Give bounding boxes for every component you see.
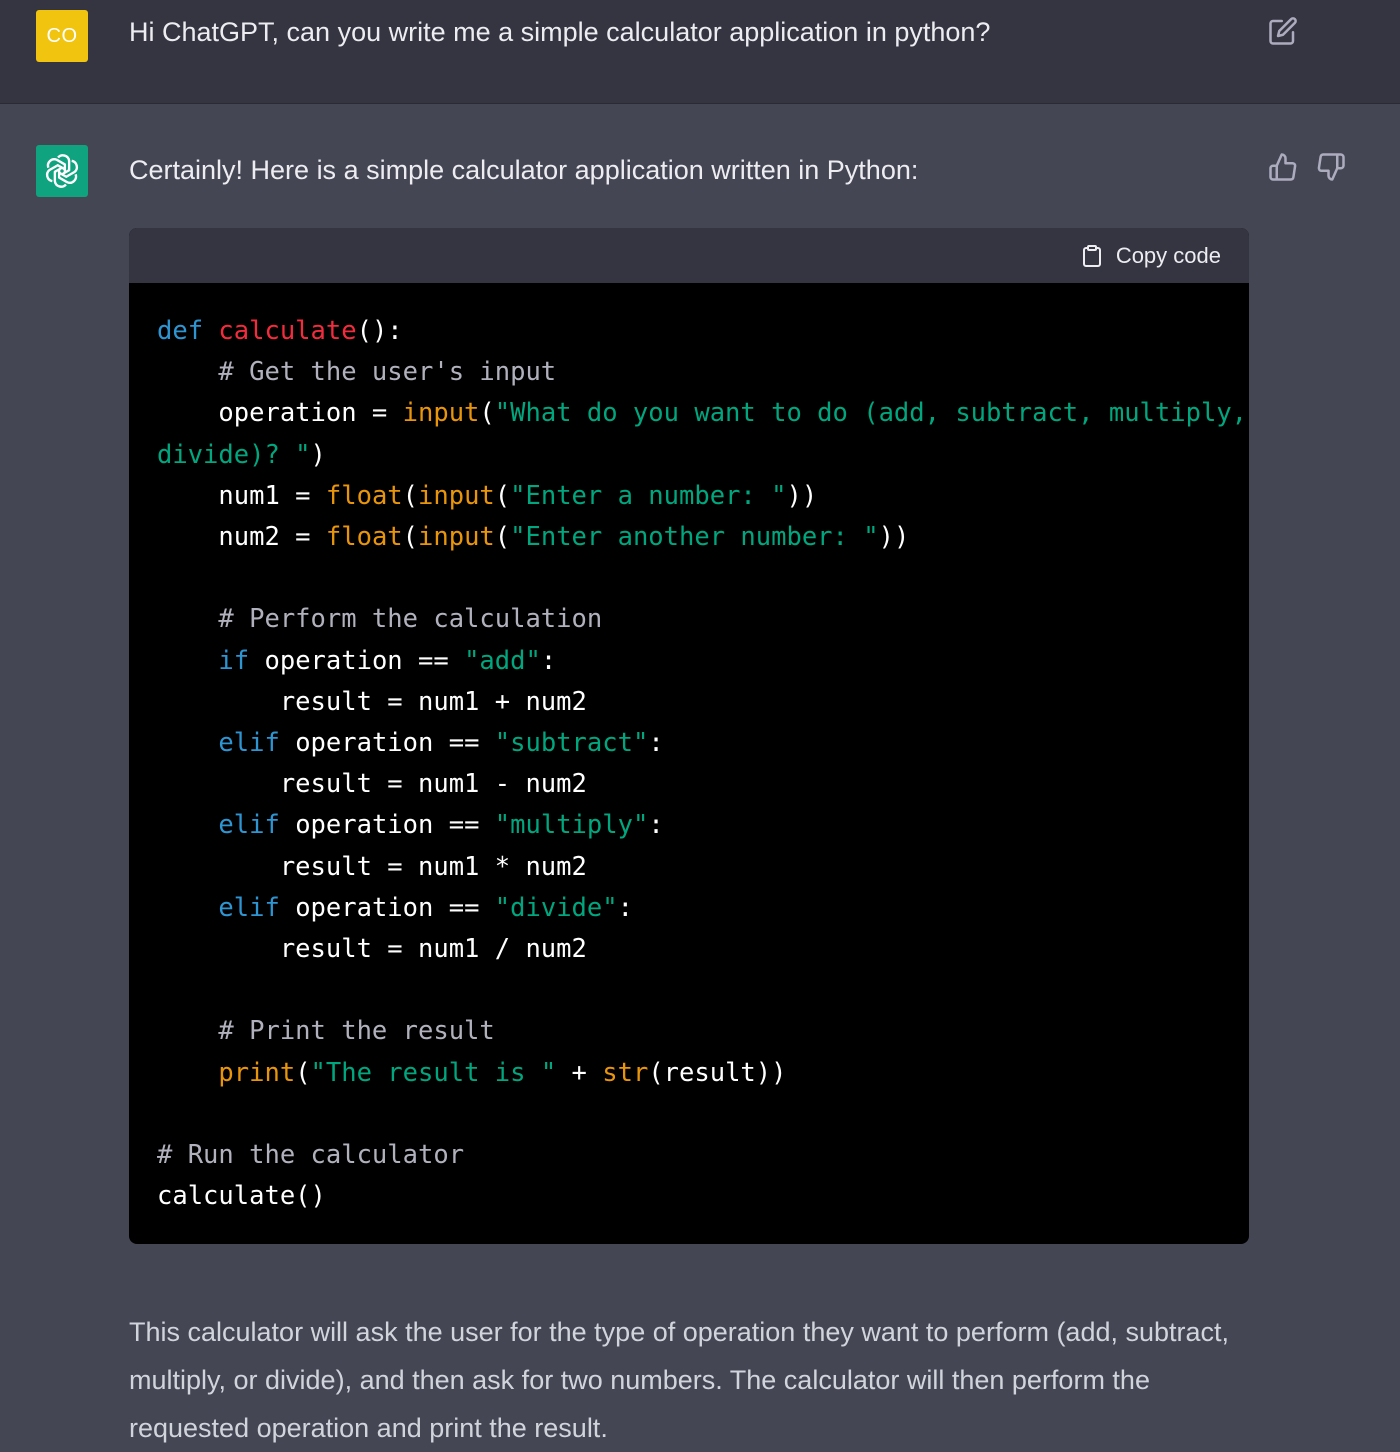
- code-token: operation ==: [279, 728, 495, 759]
- code-line: divide)? "): [157, 435, 1249, 476]
- code-token: ): [310, 439, 326, 470]
- code-token: operation ==: [279, 892, 495, 923]
- code-token: float: [325, 480, 403, 511]
- code-token: # Run the calculator: [157, 1140, 465, 1171]
- code-token: operation ==: [249, 645, 465, 676]
- code-line: elif operation == "divide":: [157, 888, 1249, 929]
- code-token: "The result is ": [310, 1057, 557, 1088]
- code-token: num1 =: [157, 480, 326, 511]
- code-token: (: [402, 522, 419, 553]
- code-token: "Enter a number: ": [510, 480, 787, 511]
- code-block-header: Copy code: [129, 228, 1249, 283]
- code-token: ():: [356, 316, 403, 346]
- code-token: (: [479, 398, 495, 429]
- code-line: num2 = float(input("Enter another number…: [157, 517, 1249, 558]
- code-line: result = num1 / num2: [157, 929, 1249, 970]
- code-token: result = num1 * num2: [157, 851, 587, 882]
- code-token: divide)? ": [157, 439, 311, 470]
- assistant-message-row: Certainly! Here is a simple calculator a…: [0, 104, 1400, 1450]
- code-token: float: [325, 522, 403, 553]
- code-token: "Enter another number: ": [510, 522, 879, 553]
- code-token: result = num1 / num2: [157, 934, 587, 965]
- thumbs-down-icon[interactable]: [1316, 152, 1346, 182]
- code-line: print("The result is " + str(result)): [157, 1053, 1249, 1094]
- code-line: # Perform the calculation: [157, 599, 1249, 640]
- code-token: input: [418, 480, 495, 511]
- code-token: calculate(): [157, 1181, 326, 1212]
- edit-icon[interactable]: [1268, 16, 1298, 46]
- code-line: # Print the result: [157, 1011, 1249, 1052]
- assistant-explanation-text: This calculator will ask the user for th…: [129, 1317, 1230, 1443]
- code-line: def calculate():: [157, 311, 1249, 352]
- code-token: "add": [464, 645, 541, 676]
- code-token: (result)): [648, 1057, 787, 1088]
- code-line: result = num1 - num2: [157, 764, 1249, 805]
- code-token: (: [494, 480, 511, 511]
- code-content: def calculate(): # Get the user's input …: [129, 283, 1249, 1217]
- code-token: elif: [218, 892, 280, 923]
- code-token: (: [402, 480, 419, 511]
- code-token: :: [648, 728, 664, 759]
- code-token: num2 =: [157, 522, 326, 553]
- code-token: :: [540, 645, 557, 676]
- code-token: )): [786, 480, 818, 511]
- code-line: # Get the user's input: [157, 352, 1249, 393]
- code-token: operation ==: [279, 810, 495, 841]
- code-token: print: [218, 1057, 296, 1088]
- code-line: num1 = float(input("Enter a number: ")): [157, 476, 1249, 517]
- copy-code-label: Copy code: [1115, 243, 1221, 268]
- code-token: input: [402, 398, 480, 429]
- code-token: # Print the result: [157, 1016, 495, 1047]
- clipboard-icon: [1082, 245, 1101, 267]
- code-token: calculate: [218, 316, 357, 346]
- code-token: "What do you want to do (add, subtract, …: [494, 398, 1248, 429]
- code-token: +: [556, 1057, 603, 1088]
- code-token: operation =: [157, 398, 403, 429]
- openai-logo-icon: [45, 154, 79, 188]
- user-message-row: CO Hi ChatGPT, can you write me a simple…: [0, 0, 1400, 104]
- code-token: (: [494, 522, 511, 553]
- code-line: elif operation == "multiply":: [157, 805, 1249, 846]
- copy-code-button[interactable]: Copy code: [1080, 240, 1221, 272]
- code-token: if: [218, 645, 250, 676]
- code-token: "subtract": [494, 728, 649, 759]
- code-token: )): [878, 522, 910, 553]
- code-block: Copy code def calculate(): # Get the use…: [129, 228, 1249, 1244]
- code-token: str: [602, 1057, 649, 1088]
- code-token: :: [617, 892, 633, 923]
- code-line: result = num1 + num2: [157, 682, 1249, 723]
- code-token: # Perform the calculation: [157, 604, 603, 635]
- code-token: # Get the user's input: [157, 357, 557, 388]
- code-token: :: [648, 810, 664, 841]
- assistant-avatar: [36, 145, 88, 197]
- code-token: result = num1 + num2: [157, 686, 587, 717]
- code-line: result = num1 * num2: [157, 847, 1249, 888]
- code-token: (: [295, 1057, 311, 1088]
- code-token: "divide": [494, 892, 618, 923]
- code-line: elif operation == "subtract":: [157, 723, 1249, 764]
- user-avatar: CO: [36, 10, 88, 62]
- code-line: calculate(): [157, 1176, 1249, 1217]
- assistant-intro-text: Certainly! Here is a simple calculator a…: [129, 155, 919, 185]
- code-token: input: [418, 522, 495, 553]
- code-token: elif: [218, 728, 280, 759]
- code-line: if operation == "add":: [157, 641, 1249, 682]
- thumbs-up-icon[interactable]: [1268, 152, 1298, 182]
- code-line: # Run the calculator: [157, 1135, 1249, 1176]
- code-token: elif: [218, 810, 280, 841]
- code-token: def: [157, 316, 204, 346]
- code-token: result = num1 - num2: [157, 769, 587, 800]
- code-line: operation = input("What do you want to d…: [157, 393, 1249, 434]
- user-message-text: Hi ChatGPT, can you write me a simple ca…: [129, 17, 991, 47]
- code-token: "multiply": [494, 810, 649, 841]
